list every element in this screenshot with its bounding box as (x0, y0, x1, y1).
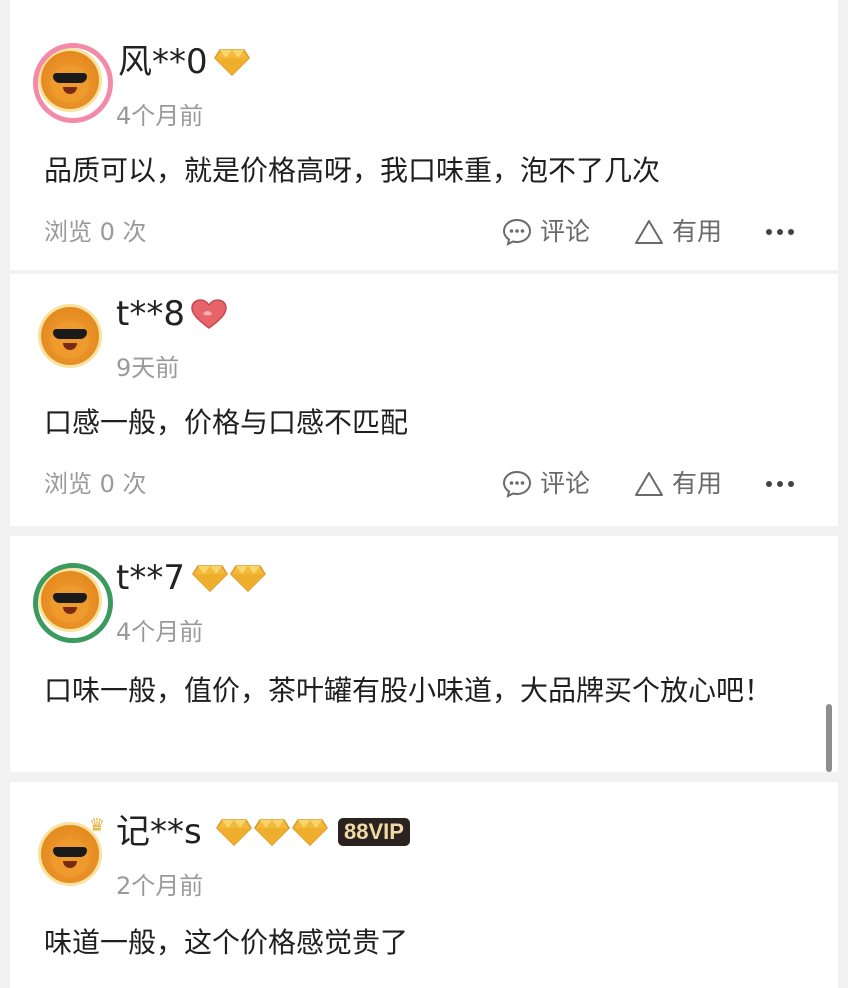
comment-label: 评论 (540, 469, 591, 498)
member-badges (190, 298, 228, 330)
sunglasses-icon (53, 593, 87, 603)
review-card: 风**0 4个月前 品质可以，就是价格高呀，我口味重，泡不了几次 浏览 0 次 … (10, 0, 838, 270)
comment-bubble-icon (502, 470, 532, 498)
avatar[interactable] (33, 43, 113, 123)
diamond-icon (254, 819, 290, 846)
useful-button[interactable]: 有用 (634, 464, 722, 504)
username: t**7 (116, 558, 185, 598)
member-badges: 88VIP (216, 818, 410, 846)
username: 记**s (116, 812, 202, 852)
review-card: t**8 9天前 口感一般，价格与口感不匹配 浏览 0 次 评论 有用 (10, 274, 838, 526)
comment-label: 评论 (540, 217, 591, 246)
useful-label: 有用 (672, 217, 723, 246)
post-time: 4个月前 (116, 102, 204, 130)
heart-icon (191, 299, 227, 329)
post-time: 9天前 (116, 354, 180, 382)
diamond-icon (214, 49, 250, 76)
review-text: 口味一般，值价，茶叶罐有股小味道，大品牌买个放心吧！ (44, 674, 773, 707)
post-time: 4个月前 (116, 618, 204, 646)
post-time: 2个月前 (116, 872, 204, 900)
avatar[interactable] (33, 563, 113, 643)
review-text: 口感一般，价格与口感不匹配 (44, 406, 409, 439)
scrollbar[interactable] (826, 704, 832, 772)
triangle-up-icon (635, 472, 663, 496)
diamond-icon (292, 819, 328, 846)
diamond-icon (230, 565, 266, 592)
sunglasses-icon (53, 847, 87, 857)
review-actions: 浏览 0 次 评论 有用 (10, 212, 838, 252)
sunglasses-icon (53, 73, 87, 83)
member-badges (192, 564, 266, 592)
review-feed: 风**0 4个月前 品质可以，就是价格高呀，我口味重，泡不了几次 浏览 0 次 … (0, 0, 848, 988)
review-text: 味道一般，这个价格感觉贵了 (44, 926, 409, 959)
more-options-icon[interactable] (766, 481, 794, 487)
review-card: t**7 4个月前 口味一般，值价，茶叶罐有股小味道，大品牌买个放心吧！ (10, 536, 838, 772)
useful-label: 有用 (672, 469, 723, 498)
avatar-face (51, 839, 89, 877)
avatar[interactable]: ♛ (38, 815, 105, 886)
triangle-up-icon (635, 220, 663, 244)
comment-button[interactable]: 评论 (502, 464, 590, 504)
member-badges (214, 48, 250, 76)
avatar[interactable] (38, 304, 102, 368)
comment-button[interactable]: 评论 (502, 212, 590, 252)
review-card: ♛ 记**s 88VIP 2个月前 味道一般，这个价格感觉贵了 (10, 782, 838, 988)
username: 风**0 (118, 42, 208, 82)
avatar-face (51, 65, 89, 103)
comment-bubble-icon (502, 218, 532, 246)
username: t**8 (116, 294, 185, 334)
useful-button[interactable]: 有用 (634, 212, 722, 252)
more-options-icon[interactable] (766, 229, 794, 235)
vip-badge: 88VIP (338, 818, 410, 846)
review-text: 品质可以，就是价格高呀，我口味重，泡不了几次 (44, 154, 661, 187)
avatar-face (51, 321, 89, 359)
diamond-icon (192, 565, 228, 592)
sunglasses-icon (53, 329, 87, 339)
review-actions: 浏览 0 次 评论 有用 (10, 464, 838, 504)
view-count: 浏览 0 次 (44, 218, 147, 246)
avatar-face (51, 585, 89, 623)
view-count: 浏览 0 次 (44, 470, 147, 498)
crown-icon: ♛ (88, 815, 105, 836)
diamond-icon (216, 819, 252, 846)
